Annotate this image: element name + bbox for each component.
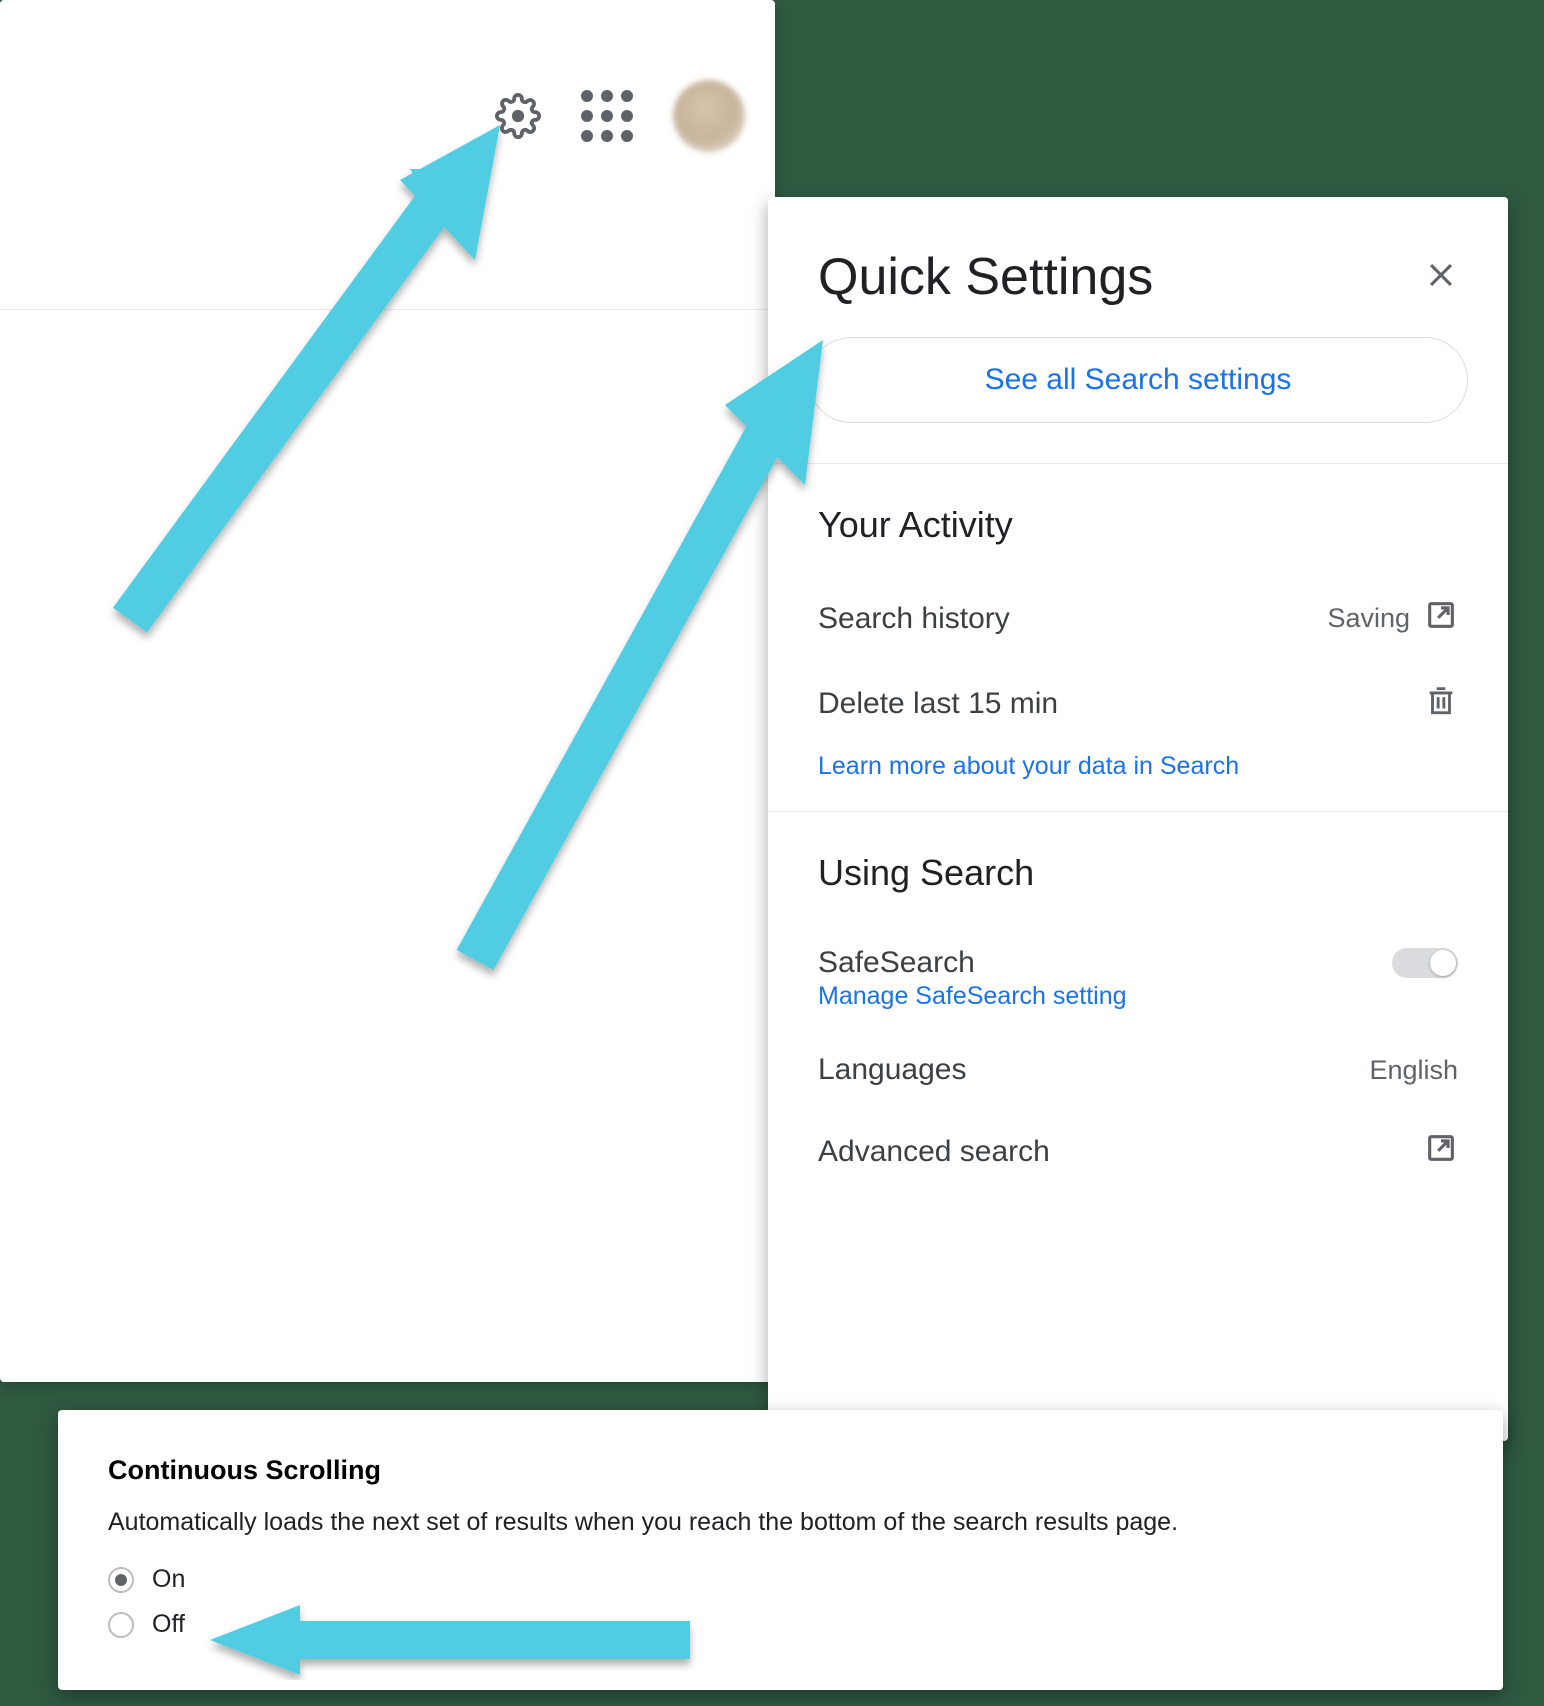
languages-row[interactable]: Languages English [818, 1031, 1458, 1109]
trash-icon [1424, 683, 1458, 724]
delete-last-row[interactable]: Delete last 15 min [818, 661, 1458, 746]
header-bar [0, 0, 775, 310]
radio-icon [108, 1567, 134, 1593]
using-search-heading: Using Search [818, 852, 1458, 894]
safesearch-label: SafeSearch [818, 946, 975, 979]
header-card [0, 0, 775, 1382]
radio-off[interactable]: Off [108, 1610, 1453, 1639]
radio-off-label: Off [152, 1610, 185, 1639]
safesearch-row[interactable]: SafeSearch [818, 924, 1458, 982]
safesearch-toggle[interactable] [1392, 948, 1458, 978]
close-icon[interactable] [1424, 258, 1458, 297]
search-history-label: Search history [818, 602, 1010, 636]
external-link-icon [1424, 598, 1458, 639]
learn-more-link[interactable]: Learn more about your data in Search [818, 746, 1458, 781]
radio-on-label: On [152, 1565, 185, 1594]
see-all-settings-button[interactable]: See all Search settings [808, 337, 1468, 423]
avatar[interactable] [673, 80, 745, 152]
manage-safesearch-link[interactable]: Manage SafeSearch setting [818, 976, 1458, 1011]
languages-value: English [1369, 1055, 1458, 1086]
your-activity-heading: Your Activity [818, 504, 1458, 546]
search-history-status: Saving [1327, 603, 1410, 634]
quick-settings-title: Quick Settings [818, 247, 1153, 307]
search-history-row[interactable]: Search history Saving [818, 576, 1458, 661]
radio-on[interactable]: On [108, 1565, 1453, 1594]
languages-label: Languages [818, 1053, 966, 1087]
radio-icon [108, 1612, 134, 1638]
gear-icon[interactable] [495, 93, 541, 139]
delete-last-label: Delete last 15 min [818, 687, 1058, 721]
quick-settings-panel: Quick Settings See all Search settings Y… [768, 197, 1508, 1441]
advanced-search-row[interactable]: Advanced search [818, 1109, 1458, 1194]
external-link-icon [1424, 1131, 1458, 1172]
continuous-scrolling-title: Continuous Scrolling [108, 1455, 1453, 1486]
continuous-scrolling-card: Continuous Scrolling Automatically loads… [58, 1410, 1503, 1690]
apps-icon[interactable] [581, 90, 633, 142]
advanced-search-label: Advanced search [818, 1135, 1050, 1169]
continuous-scrolling-description: Automatically loads the next set of resu… [108, 1508, 1453, 1537]
